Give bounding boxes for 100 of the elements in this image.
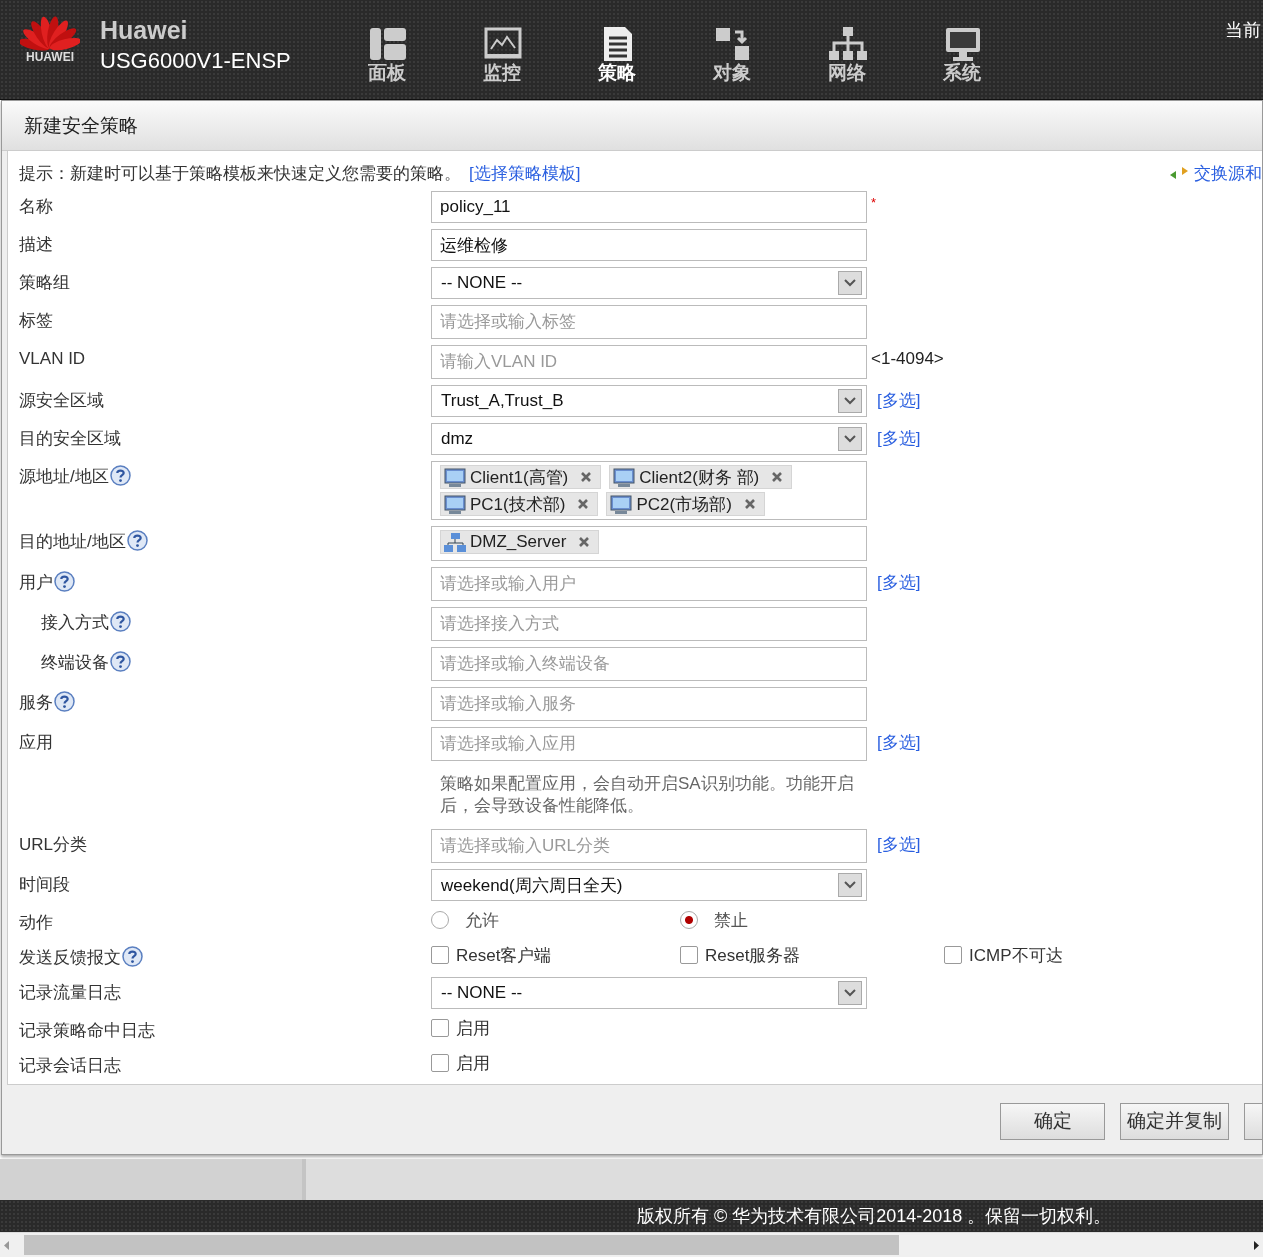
multi-select-link[interactable]: [多选] <box>877 571 921 594</box>
option-label: 启用 <box>456 1052 490 1075</box>
help-icon <box>109 465 131 486</box>
text-field[interactable]: 请选择或输入服务 <box>431 687 867 721</box>
scrollbar-thumb[interactable] <box>24 1235 899 1255</box>
checkbox[interactable] <box>944 946 962 964</box>
remove-icon[interactable] <box>771 471 784 483</box>
option-label: 禁止 <box>714 909 748 932</box>
dialog-title: 新建安全策略 <box>2 101 1262 151</box>
address-tag[interactable]: Client2(财务 部) <box>609 465 793 489</box>
option-label: ICMP不可达 <box>969 944 1063 967</box>
nav-tab[interactable]: 策略 <box>598 24 713 86</box>
help-icon <box>54 571 75 592</box>
select-field[interactable]: -- NONE -- <box>431 977 867 1009</box>
address-tag[interactable]: PC1(技术部) <box>440 492 599 516</box>
text-field[interactable]: 请选择或输入URL分类 <box>431 829 867 863</box>
multi-select-link[interactable]: [多选] <box>877 389 921 412</box>
hint-text: 提示：新建时可以基于策略模板来快速定义您需要的策略。 <box>19 162 461 185</box>
field-label: 应用 <box>19 733 53 752</box>
field-label: VLAN ID <box>19 349 86 368</box>
nav-tab[interactable]: 网络 <box>828 24 943 86</box>
swap-arrows-icon <box>1168 165 1190 181</box>
network-icon <box>828 24 868 62</box>
help-icon <box>110 611 131 632</box>
checkbox[interactable] <box>680 946 698 964</box>
dialog-button[interactable]: 确定并复制 <box>1120 1102 1229 1140</box>
multi-select-link[interactable]: [多选] <box>877 427 921 450</box>
network-icon <box>444 532 466 552</box>
checkbox[interactable] <box>431 1019 449 1037</box>
select-field[interactable]: -- NONE -- <box>431 267 867 299</box>
field-label: 终端设备 <box>41 653 109 672</box>
range-hint: <1-4094> <box>871 349 944 369</box>
template-link[interactable]: [选择策略模板] <box>469 161 581 185</box>
copyright-text: 版权所有 © 华为技术有限公司2014-2018 。保留一切权利。 <box>637 1205 1112 1228</box>
field-label: 目的安全区域 <box>19 429 121 448</box>
help-icon <box>122 946 143 967</box>
field-label: 目的地址/地区 <box>19 532 126 551</box>
multi-select-link[interactable]: [多选] <box>877 833 921 856</box>
address-tag[interactable]: PC2(市场部) <box>606 492 765 516</box>
option-label: 启用 <box>456 1017 490 1040</box>
field-label: 服务 <box>19 693 53 712</box>
address-field[interactable]: DMZ_Server <box>431 526 867 561</box>
nav-tab[interactable]: 监控 <box>483 24 598 86</box>
checkbox[interactable] <box>431 1054 449 1072</box>
text-field[interactable]: 运维检修 <box>431 229 867 261</box>
help-icon <box>54 691 75 712</box>
remove-icon[interactable] <box>577 498 590 510</box>
computer-icon <box>444 467 466 487</box>
text-field[interactable]: policy_11 <box>431 191 867 223</box>
computer-icon <box>610 494 633 514</box>
nav-tab[interactable]: 面板 <box>368 24 483 86</box>
dialog-button[interactable] <box>1244 1102 1262 1140</box>
field-label: 标签 <box>19 311 53 330</box>
computer-icon <box>613 467 636 487</box>
address-tag[interactable]: Client1(高管) <box>440 465 602 489</box>
field-label: URL分类 <box>19 835 87 854</box>
field-label: 名称 <box>19 197 53 216</box>
brand-name: Huawei <box>100 16 188 45</box>
radio-button[interactable] <box>680 911 698 929</box>
address-field[interactable]: Client1(高管) Client2(财务 部) PC1(技术部) PC2(市场部) <box>431 461 867 520</box>
current-user-text: 当前 <box>1225 19 1261 42</box>
field-label: 源地址/地区 <box>19 467 109 486</box>
help-icon <box>126 530 148 551</box>
remove-icon[interactable] <box>580 471 593 483</box>
nav-tab[interactable]: 对象 <box>713 24 828 86</box>
select-field[interactable]: Trust_A,Trust_B <box>431 385 867 417</box>
address-tag[interactable]: DMZ_Server <box>440 530 600 554</box>
computer-icon <box>444 494 466 514</box>
text-field[interactable]: 请选择或输入标签 <box>431 305 867 339</box>
dialog-button[interactable]: 确定 <box>1000 1102 1105 1140</box>
note-text: 策略如果配置应用，会自动开启SA识别功能。功能开启后，会导致设备性能降低。 <box>439 773 855 817</box>
field-label: 源安全区域 <box>19 391 104 410</box>
field-label: 时间段 <box>19 875 70 894</box>
swap-link[interactable]: 交换源和 <box>1168 161 1262 185</box>
remove-icon[interactable] <box>743 498 756 510</box>
device-model: USG6000V1-ENSP <box>100 48 291 74</box>
text-field[interactable]: 请输入VLAN ID <box>431 345 867 379</box>
option-label: Reset服务器 <box>705 944 801 967</box>
help-icon <box>110 651 131 672</box>
field-label: 描述 <box>19 235 53 254</box>
text-field[interactable]: 请选择或输入终端设备 <box>431 647 867 681</box>
field-label: 接入方式 <box>41 613 109 632</box>
logo-text: HUAWEI <box>26 50 74 64</box>
field-label: 发送反馈报文 <box>19 948 121 967</box>
text-field[interactable]: 请选择或输入应用 <box>431 727 867 761</box>
text-field[interactable]: 请选择或输入用户 <box>431 567 867 601</box>
option-label: Reset客户端 <box>456 944 552 967</box>
field-label: 策略组 <box>19 273 70 292</box>
nav-tab[interactable]: 系统 <box>943 24 1058 86</box>
select-field[interactable]: weekend(周六周日全天) <box>431 869 867 901</box>
checkbox[interactable] <box>431 946 449 964</box>
text-field[interactable]: 请选择接入方式 <box>431 607 867 641</box>
horizontal-scrollbar[interactable] <box>0 1232 1263 1257</box>
radio-button[interactable] <box>431 911 449 929</box>
required-mark: * <box>871 195 877 210</box>
select-field[interactable]: dmz <box>431 423 867 455</box>
multi-select-link[interactable]: [多选] <box>877 731 921 754</box>
field-label: 记录策略命中日志 <box>19 1021 155 1040</box>
field-label: 记录流量日志 <box>19 983 121 1002</box>
remove-icon[interactable] <box>578 536 591 548</box>
